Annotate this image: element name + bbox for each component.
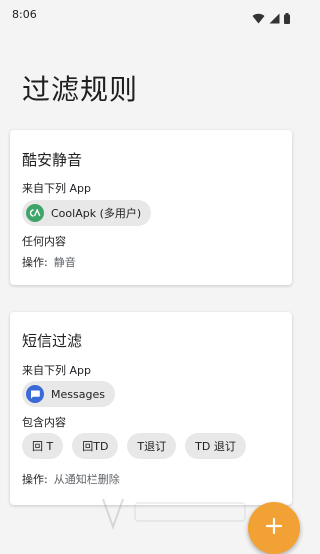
action-label: 操作: (22, 256, 48, 269)
content-label: 任何内容 (22, 235, 66, 248)
battery-icon (284, 9, 290, 28)
rule-title: 酷安静音 (22, 151, 83, 169)
content-label: 包含内容 (22, 416, 66, 429)
action-value: 从通知栏删除 (53, 473, 120, 486)
app-chip-messages[interactable]: Messages (22, 381, 115, 407)
page-title: 过滤规则 (22, 73, 139, 106)
watermark-logo-icon (95, 493, 255, 533)
action-line: 操作: 静音 (22, 254, 76, 270)
wifi-icon (252, 9, 265, 28)
rule-title: 短信过滤 (22, 332, 83, 350)
signal-icon (269, 9, 280, 28)
add-rule-button[interactable] (248, 502, 300, 554)
action-value: 静音 (53, 256, 76, 269)
app-chip-coolapk[interactable]: CoolApk (多用户) (22, 200, 152, 226)
from-apps-label: 来自下列 App (22, 182, 91, 195)
rule-card-sms[interactable]: 短信过滤 来自下列 App Messages 包含内容 回 T 回TD T退订 … (10, 312, 292, 505)
status-bar: 8:06 (0, 0, 300, 30)
action-line: 操作: 从通知栏删除 (22, 471, 120, 487)
coolapk-icon (26, 204, 44, 222)
app-chip-label: Messages (51, 387, 105, 401)
status-time: 8:06 (12, 8, 37, 21)
messages-icon (26, 385, 44, 403)
keyword-chip[interactable]: 回 T (22, 433, 64, 459)
keyword-chip[interactable]: T退订 (127, 433, 177, 459)
keyword-chip[interactable]: TD 退订 (185, 433, 246, 459)
app-chip-label: CoolApk (多用户) (51, 207, 142, 220)
action-label: 操作: (22, 473, 48, 486)
from-apps-label: 来自下列 App (22, 364, 91, 377)
plus-icon (265, 517, 283, 539)
status-icons (252, 9, 290, 28)
rule-card-coolapk[interactable]: 酷安静音 来自下列 App CoolApk (多用户) 任何内容 操作: 静音 (10, 130, 292, 285)
keyword-chip[interactable]: 回TD (72, 433, 119, 459)
keyword-chips: 回 T 回TD T退订 TD 退订 (22, 433, 246, 459)
